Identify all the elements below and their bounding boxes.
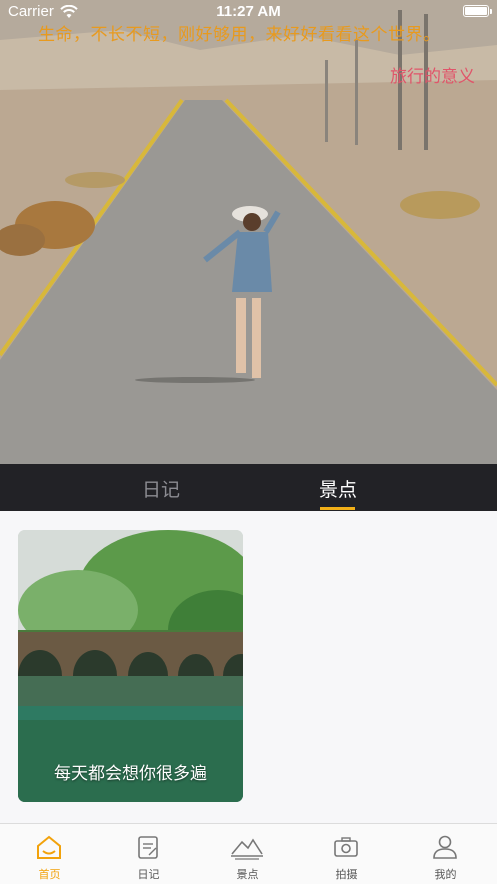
bottom-tab-bar: 首页 日记 景点 拍摄 我的: [0, 823, 497, 884]
profile-icon: [433, 835, 457, 859]
segment-active-indicator: [320, 507, 355, 510]
segment-diary[interactable]: 日记: [142, 475, 180, 502]
tab-diary[interactable]: 日记: [99, 824, 198, 884]
hero-signature: 旅行的意义: [390, 67, 475, 87]
tab-diary-label: 日记: [137, 868, 160, 881]
tab-scenery[interactable]: 景点: [198, 824, 297, 884]
segment-scenery[interactable]: 景点: [319, 475, 357, 502]
camera-icon: [334, 837, 358, 857]
scenery-card[interactable]: 每天都会想你很多遍: [18, 530, 243, 802]
home-icon: [37, 835, 61, 859]
tab-camera-label: 拍摄: [335, 868, 358, 881]
status-time: 11:27 AM: [216, 3, 281, 20]
tab-home-label: 首页: [38, 868, 61, 881]
hero-banner: Carrier 11:27 AM 生命，不长不短，刚好够用，来好好看看这个世界。…: [0, 0, 497, 464]
hero-quote: 生命，不长不短，刚好够用，来好好看看这个世界。: [38, 25, 441, 45]
scenery-list: 每天都会想你很多遍: [0, 511, 497, 823]
battery-icon: [463, 5, 489, 17]
tab-scenery-label: 景点: [236, 868, 259, 881]
diary-icon: [138, 836, 158, 859]
tab-home[interactable]: 首页: [0, 824, 99, 884]
tab-camera[interactable]: 拍摄: [297, 824, 396, 884]
battery-tip: [490, 9, 492, 14]
tab-profile[interactable]: 我的: [396, 824, 495, 884]
tab-profile-label: 我的: [434, 868, 457, 881]
scenery-card-caption: 每天都会想你很多遍: [54, 764, 207, 784]
scenery-icon: [231, 838, 263, 860]
segment-control: 日记 景点: [0, 464, 497, 511]
